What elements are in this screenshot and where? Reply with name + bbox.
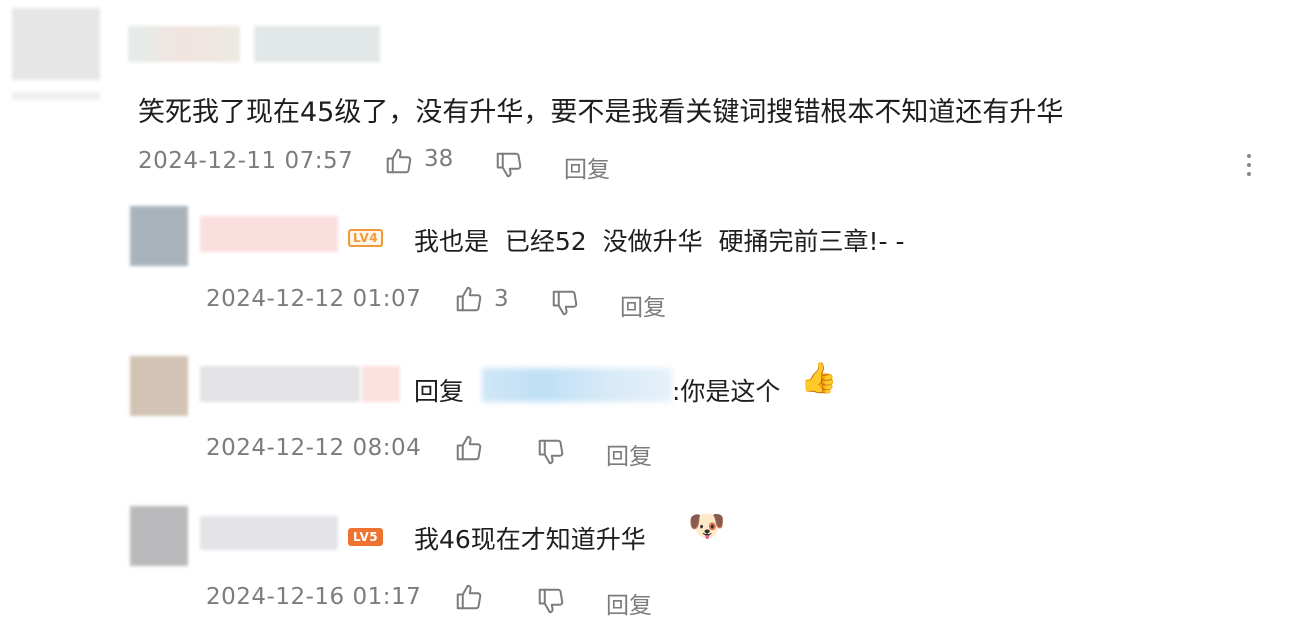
comment-time: 2024-12-11 07:57 xyxy=(138,148,354,174)
reply-time: 2024-12-12 08:04 xyxy=(206,435,422,461)
avatar-shadow xyxy=(12,92,100,100)
reply-text: 我也是 已经52 没做升华 硬捅完前三章!- - xyxy=(414,227,905,256)
username[interactable] xyxy=(200,216,338,252)
mentioned-user[interactable] xyxy=(482,368,672,402)
doge-emoji: 🐶 xyxy=(688,509,726,544)
reply-button[interactable]: 回复 xyxy=(620,288,666,322)
thumbs-up-icon[interactable] xyxy=(454,433,484,463)
thumbs-up-icon[interactable] xyxy=(384,146,414,176)
reply-time: 2024-12-12 01:07 xyxy=(206,286,422,312)
like-count: 38 xyxy=(424,146,454,172)
avatar[interactable] xyxy=(130,356,188,416)
thumbs-down-icon[interactable] xyxy=(550,288,580,318)
reply-text: 我46现在才知道升华 xyxy=(414,525,646,554)
comment-text: 笑死我了现在45级了，没有升华，要不是我看关键词搜错根本不知道还有升华 xyxy=(138,97,1064,128)
avatar[interactable] xyxy=(130,206,188,266)
reply-button[interactable]: 回复 xyxy=(606,586,652,620)
reply-time: 2024-12-16 01:17 xyxy=(206,584,422,610)
thumbs-down-icon[interactable] xyxy=(494,150,524,180)
reply-button[interactable]: 回复 xyxy=(606,437,652,471)
username[interactable] xyxy=(128,26,240,62)
username-extra xyxy=(362,366,400,402)
more-vertical-icon[interactable] xyxy=(1246,154,1252,181)
reply-button[interactable]: 回复 xyxy=(564,150,610,184)
thumbs-up-icon[interactable] xyxy=(454,582,484,612)
avatar[interactable] xyxy=(12,8,100,80)
like-count: 3 xyxy=(494,286,509,312)
username-extra xyxy=(254,26,380,62)
reply-text: :你是这个 xyxy=(672,377,781,406)
thumbs-up-emoji: 👍 xyxy=(800,361,838,396)
level-badge: LV4 xyxy=(348,229,384,247)
reply-prefix: 回复 xyxy=(414,377,465,406)
avatar[interactable] xyxy=(130,506,188,566)
thumbs-down-icon[interactable] xyxy=(536,437,566,467)
level-badge: LV5 xyxy=(348,528,384,546)
thumbs-down-icon[interactable] xyxy=(536,586,566,616)
username[interactable] xyxy=(200,366,360,402)
username[interactable] xyxy=(200,516,338,550)
thumbs-up-icon[interactable] xyxy=(454,284,484,314)
